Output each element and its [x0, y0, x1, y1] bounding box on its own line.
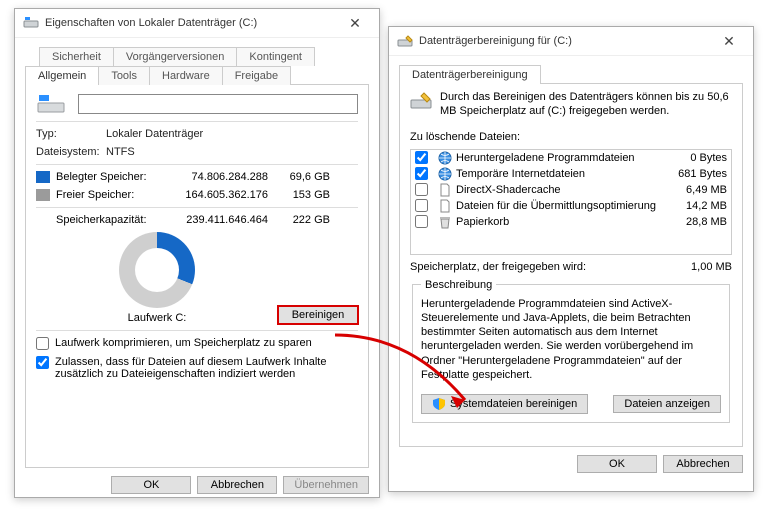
list-item[interactable]: Heruntergeladene Programmdateien 0 Bytes — [411, 150, 731, 166]
list-item[interactable]: DirectX-Shadercache 6,49 MB — [411, 182, 731, 198]
item-size: 14,2 MB — [663, 200, 727, 212]
tab-security[interactable]: Sicherheit — [39, 47, 114, 66]
filesystem-value: NTFS — [106, 146, 358, 158]
tab-tools[interactable]: Tools — [98, 66, 150, 85]
tab-quota[interactable]: Kontingent — [236, 47, 315, 66]
capacity-bytes: 239.411.646.464 — [160, 214, 280, 226]
capacity-human: 222 GB — [280, 214, 330, 226]
cleanup-body: Durch das Bereinigen des Datenträgers kö… — [399, 83, 743, 447]
description-group: Beschreibung Heruntergeladende Programmd… — [412, 279, 730, 424]
file-type-icon — [438, 183, 452, 197]
drive-caption: Laufwerk C: — [36, 312, 278, 324]
free-human: 153 GB — [280, 189, 330, 201]
type-value: Lokaler Datenträger — [106, 128, 358, 140]
list-item[interactable]: Temporäre Internetdateien 681 Bytes — [411, 166, 731, 182]
item-name: Papierkorb — [456, 216, 659, 228]
tab-previous-versions[interactable]: Vorgängerversionen — [113, 47, 237, 66]
file-type-icon — [438, 199, 452, 213]
used-human: 69,6 GB — [280, 171, 330, 183]
cleanup-window: Datenträgerbereinigung für (C:) ✕ Datent… — [388, 26, 754, 492]
usage-pie-icon — [119, 232, 195, 308]
used-label: Belegter Speicher: — [56, 171, 160, 183]
window-title: Eigenschaften von Lokaler Datenträger (C… — [45, 17, 339, 29]
cleanup-large-icon — [410, 90, 432, 119]
clean-system-files-label: Systemdateien bereinigen — [450, 398, 577, 410]
item-size: 28,8 MB — [663, 216, 727, 228]
item-name: Temporäre Internetdateien — [456, 168, 659, 180]
file-list[interactable]: Heruntergeladene Programmdateien 0 Bytes T… — [410, 149, 732, 255]
item-name: Dateien für die Übermittlungsoptimierung — [456, 200, 659, 212]
apply-button[interactable]: Übernehmen — [283, 476, 369, 494]
item-checkbox[interactable] — [415, 215, 428, 228]
clean-button[interactable]: Bereinigen — [278, 306, 358, 324]
list-label: Zu löschende Dateien: — [410, 131, 732, 143]
used-bytes: 74.806.284.288 — [160, 171, 280, 183]
titlebar[interactable]: Eigenschaften von Lokaler Datenträger (C… — [15, 9, 379, 38]
item-name: DirectX-Shadercache — [456, 184, 659, 196]
file-type-icon — [438, 167, 452, 181]
close-icon[interactable]: ✕ — [339, 16, 371, 30]
properties-window: Eigenschaften von Lokaler Datenträger (C… — [14, 8, 380, 498]
properties-body: Typ:Lokaler Datenträger Dateisystem:NTFS… — [25, 84, 369, 468]
item-checkbox[interactable] — [415, 183, 428, 196]
tab-general[interactable]: Allgemein — [25, 66, 99, 85]
drive-icon — [23, 15, 39, 31]
gain-label: Speicherplatz, der freigegeben wird: — [410, 261, 691, 273]
drive-large-icon — [36, 93, 66, 115]
cancel-button[interactable]: Abbrechen — [197, 476, 277, 494]
gain-value: 1,00 MB — [691, 261, 732, 273]
cancel-button[interactable]: Abbrechen — [663, 455, 743, 473]
titlebar[interactable]: Datenträgerbereinigung für (C:) ✕ — [389, 27, 753, 56]
close-icon[interactable]: ✕ — [713, 34, 745, 48]
window-title: Datenträgerbereinigung für (C:) — [419, 35, 713, 47]
clean-system-files-button[interactable]: Systemdateien bereinigen — [421, 394, 588, 414]
list-item[interactable]: Papierkorb 28,8 MB — [411, 214, 731, 230]
ok-button[interactable]: OK — [577, 455, 657, 473]
free-bytes: 164.605.362.176 — [160, 189, 280, 201]
item-checkbox[interactable] — [415, 151, 428, 164]
file-type-icon — [438, 215, 452, 229]
tab-hardware[interactable]: Hardware — [149, 66, 223, 85]
compress-checkbox[interactable]: Laufwerk komprimieren, um Speicherplatz … — [36, 337, 358, 350]
index-checkbox[interactable]: Zulassen, dass für Dateien auf diesem La… — [36, 356, 358, 380]
show-files-button[interactable]: Dateien anzeigen — [613, 395, 721, 413]
intro-text: Durch das Bereinigen des Datenträgers kö… — [440, 90, 732, 119]
filesystem-label: Dateisystem: — [36, 146, 106, 158]
item-size: 0 Bytes — [663, 152, 727, 164]
volume-label-input[interactable] — [78, 94, 358, 114]
file-type-icon — [438, 151, 452, 165]
ok-button[interactable]: OK — [111, 476, 191, 494]
item-checkbox[interactable] — [415, 167, 428, 180]
index-label: Zulassen, dass für Dateien auf diesem La… — [55, 356, 358, 380]
tab-cleanup[interactable]: Datenträgerbereinigung — [399, 65, 541, 84]
tab-sharing[interactable]: Freigabe — [222, 66, 291, 85]
free-swatch — [36, 189, 50, 201]
type-label: Typ: — [36, 128, 106, 140]
item-size: 6,49 MB — [663, 184, 727, 196]
compress-label: Laufwerk komprimieren, um Speicherplatz … — [55, 337, 312, 349]
capacity-label: Speicherkapazität: — [56, 214, 160, 226]
item-size: 681 Bytes — [663, 168, 727, 180]
item-name: Heruntergeladene Programmdateien — [456, 152, 659, 164]
description-title: Beschreibung — [421, 279, 496, 291]
description-text: Heruntergeladende Programmdateien sind A… — [421, 297, 721, 383]
free-label: Freier Speicher: — [56, 189, 160, 201]
item-checkbox[interactable] — [415, 199, 428, 212]
used-swatch — [36, 171, 50, 183]
cleanup-icon — [397, 33, 413, 49]
list-item[interactable]: Dateien für die Übermittlungsoptimierung… — [411, 198, 731, 214]
shield-icon — [432, 397, 446, 411]
